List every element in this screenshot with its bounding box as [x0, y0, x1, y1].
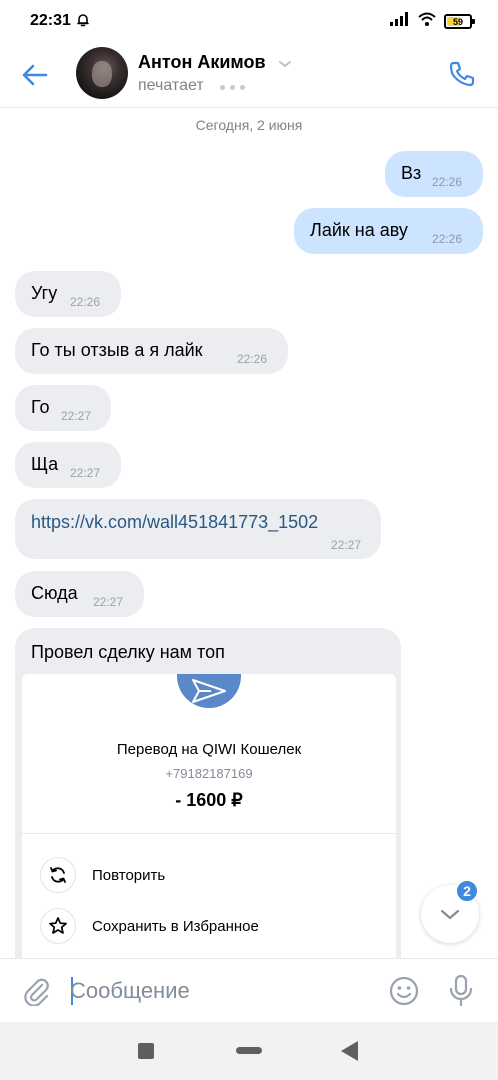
star-icon: [40, 908, 76, 944]
date-separator: Сегодня, 2 июня: [195, 117, 303, 133]
status-bar: 22:31 59: [0, 0, 498, 42]
message-time: 22:26: [432, 175, 463, 189]
repeat-button[interactable]: Повторить: [40, 855, 165, 895]
call-button[interactable]: [444, 56, 480, 92]
home-icon[interactable]: [236, 1047, 262, 1054]
status-time: 22:31: [30, 12, 71, 29]
smile-icon: [389, 976, 419, 1006]
message-text: Угу: [31, 283, 58, 303]
divider: [22, 833, 396, 834]
unread-count-badge: 2: [455, 879, 479, 903]
arrow-left-icon: [22, 64, 48, 86]
message-bubble-incoming[interactable]: Го 22:27: [15, 385, 111, 431]
message-bubble-incoming[interactable]: https://vk.com/wall451841773_1502 22:27: [15, 499, 381, 559]
message-bubble-incoming[interactable]: Ща 22:27: [15, 442, 121, 488]
transfer-title: Перевод на QIWI Кошелек: [116, 741, 302, 758]
recent-apps-icon[interactable]: [138, 1043, 154, 1059]
message-link[interactable]: https://vk.com/wall451841773_1502: [31, 512, 318, 533]
attach-button[interactable]: [18, 973, 54, 1009]
paperclip-icon: [24, 978, 49, 1006]
message-text: Провел сделку нам топ: [31, 642, 225, 662]
typing-status: печатает: [138, 77, 204, 94]
wifi-icon: [418, 12, 436, 31]
message-time: 22:27: [331, 538, 362, 552]
message-time: 22:27: [61, 409, 92, 423]
message-text: Сюда: [31, 583, 78, 603]
transfer-phone: +79182187169: [165, 766, 253, 781]
back-triangle-icon[interactable]: [341, 1041, 358, 1061]
message-time: 22:26: [432, 232, 463, 246]
message-text: Го: [31, 397, 50, 417]
message-text: Ща: [31, 454, 59, 474]
typing-dots-icon: [220, 85, 245, 90]
save-to-favorites-button[interactable]: Сохранить в Избранное: [40, 906, 259, 946]
message-text: Го ты отзыв а я лайк: [31, 340, 203, 360]
microphone-icon: [449, 974, 473, 1007]
message-time: 22:27: [70, 466, 101, 480]
message-text: Вз: [401, 163, 422, 183]
emoji-button[interactable]: [386, 973, 422, 1009]
message-text: Лайк на аву: [310, 220, 408, 240]
signal-icon: [390, 12, 410, 31]
message-bubble-incoming[interactable]: Сюда 22:27: [15, 571, 144, 617]
alarm-icon: [76, 13, 90, 32]
save-to-favorites-label: Сохранить в Избранное: [92, 917, 259, 935]
repeat-icon: [40, 857, 76, 893]
message-composer: [0, 958, 498, 1022]
message-bubble-outgoing[interactable]: Вз 22:26: [385, 151, 483, 197]
message-input[interactable]: [70, 971, 370, 1011]
message-time: 22:26: [237, 352, 268, 366]
avatar[interactable]: [76, 47, 128, 99]
transfer-amount: - 1600 ₽: [175, 790, 243, 810]
message-bubble-outgoing[interactable]: Лайк на аву 22:26: [294, 208, 483, 254]
back-button[interactable]: [18, 58, 52, 92]
chat-header: Антон Акимов печатает: [0, 42, 498, 108]
message-time: 22:26: [70, 295, 101, 309]
battery-icon: 59: [444, 14, 475, 29]
repeat-label: Повторить: [92, 866, 166, 884]
voice-message-button[interactable]: [443, 971, 479, 1011]
message-time: 22:27: [93, 595, 124, 609]
message-bubble-incoming[interactable]: Го ты отзыв а я лайк 22:26: [15, 328, 288, 374]
chevron-down-icon: [440, 909, 460, 920]
battery-level: 59: [452, 16, 463, 27]
money-transfer-card[interactable]: Перевод на QIWI Кошелек +79182187169 - 1…: [22, 674, 396, 958]
system-navigation-bar: [0, 1022, 498, 1080]
chevron-down-icon[interactable]: [278, 56, 292, 74]
send-icon: [177, 674, 241, 708]
contact-name[interactable]: Антон Акимов: [138, 52, 266, 73]
message-bubble-incoming[interactable]: Угу 22:26: [15, 271, 121, 317]
phone-icon: [449, 61, 475, 87]
